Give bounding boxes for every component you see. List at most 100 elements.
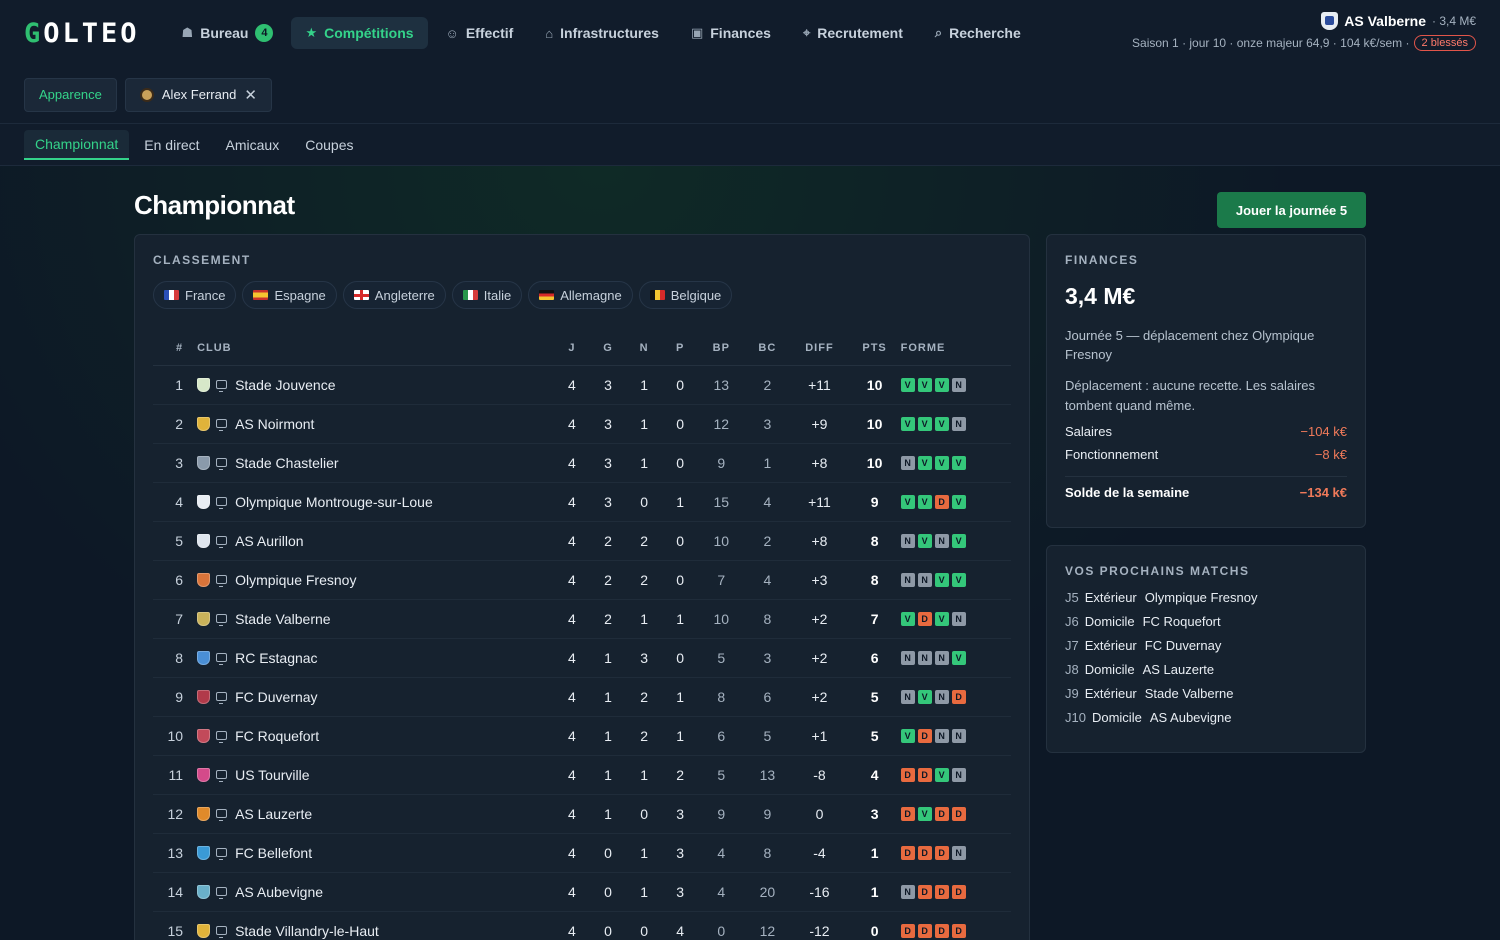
table-row[interactable]: 14 AS Aubevigne 4 0 1 3 4 20 -16 1 N D D D bbox=[153, 872, 1011, 912]
table-row[interactable]: 12 AS Lauzerte 4 1 0 3 9 9 0 3 D V D D bbox=[153, 794, 1011, 834]
country-filter-angleterre[interactable]: Angleterre bbox=[342, 281, 446, 309]
play-matchday-button[interactable]: Jouer la journée 5 bbox=[1217, 192, 1366, 228]
goal-difference: -12 bbox=[790, 911, 849, 940]
table-row[interactable]: 4 Olympique Montrouge-sur-Loue 4 3 0 1 15 4 +11 9… bbox=[153, 482, 1011, 522]
country-label: Belgique bbox=[670, 287, 722, 303]
form-badges: NVNV bbox=[900, 533, 1011, 548]
ai-controlled-icon bbox=[216, 614, 228, 626]
country-filter-belgique[interactable]: Belgique bbox=[638, 281, 733, 309]
country-filter-espagne[interactable]: Espagne bbox=[242, 281, 337, 309]
club-name[interactable]: RC Estagnac bbox=[235, 650, 317, 666]
nav-item-competitions[interactable]: ★ Compétitions bbox=[291, 17, 428, 49]
table-row[interactable]: 13 FC Bellefont 4 0 1 3 4 8 -4 1 D D D N bbox=[153, 833, 1011, 873]
ai-controlled-icon bbox=[216, 731, 228, 743]
country-label: France bbox=[185, 287, 226, 303]
rank-cell: 13 bbox=[153, 833, 194, 873]
stat-g: 0 bbox=[589, 911, 627, 940]
club-name[interactable]: AS Valberne bbox=[1344, 13, 1426, 29]
form-badge: N bbox=[900, 650, 915, 665]
table-row[interactable]: 10 FC Roquefort 4 1 2 1 6 5 +1 5 V D N N bbox=[153, 716, 1011, 756]
club-name[interactable]: US Tourville bbox=[235, 767, 309, 783]
match-row[interactable]: J8 Domicile AS Lauzerte bbox=[1065, 662, 1347, 678]
form-badge: V bbox=[900, 494, 915, 509]
appearance-label: Apparence bbox=[39, 87, 102, 102]
club-name[interactable]: AS Aurillon bbox=[235, 533, 303, 549]
country-label: Angleterre bbox=[374, 287, 435, 303]
nav-item-recrutement[interactable]: ⌖ Recrutement bbox=[789, 17, 917, 49]
rank-cell: 7 bbox=[153, 599, 194, 639]
nav-item-finances[interactable]: ▣ Finances bbox=[677, 17, 785, 49]
club-cell: Olympique Montrouge-sur-Loue bbox=[193, 482, 554, 522]
nav-item-infrastructures[interactable]: ⌂ Infrastructures bbox=[531, 17, 673, 49]
rank-cell: 3 bbox=[153, 443, 194, 483]
nav-item-effectif[interactable]: ☺ Effectif bbox=[432, 17, 528, 49]
stat-bc: 20 bbox=[744, 872, 791, 912]
appearance-button[interactable]: Apparence bbox=[24, 77, 117, 112]
stat-p: 1 bbox=[662, 677, 699, 717]
form-badge: D bbox=[900, 806, 915, 821]
nav-item-recherche[interactable]: ⌕ Recherche bbox=[921, 17, 1035, 49]
table-row[interactable]: 6 Olympique Fresnoy 4 2 2 0 7 4 +3 8 N N V V bbox=[153, 560, 1011, 600]
stat-j: 4 bbox=[553, 716, 590, 756]
club-crest-icon bbox=[197, 767, 211, 782]
table-row[interactable]: 1 Stade Jouvence 4 3 1 0 13 2 +11 10 V V V N bbox=[153, 365, 1011, 405]
close-icon[interactable]: ✕ bbox=[244, 86, 257, 104]
table-row[interactable]: 15 Stade Villandry-le-Haut 4 0 0 4 0 12 -12 0 D D D D bbox=[153, 911, 1011, 940]
club-name[interactable]: FC Roquefort bbox=[235, 728, 319, 744]
club-name[interactable]: Olympique Montrouge-sur-Loue bbox=[235, 494, 433, 510]
tab-coupes[interactable]: Coupes bbox=[294, 131, 364, 159]
stat-j: 4 bbox=[553, 404, 590, 444]
club-name[interactable]: Stade Valberne bbox=[235, 611, 330, 627]
club-cell: Stade Valberne bbox=[193, 599, 554, 639]
column-header: BC bbox=[744, 331, 791, 366]
tab-en-direct[interactable]: En direct bbox=[133, 131, 210, 159]
form-badge: V bbox=[934, 767, 949, 782]
form-badge: N bbox=[900, 689, 915, 704]
country-filter-allemagne[interactable]: Allemagne bbox=[528, 281, 633, 309]
club-name[interactable]: Olympique Fresnoy bbox=[235, 572, 356, 588]
ai-controlled-icon bbox=[216, 770, 228, 782]
tab-amicaux[interactable]: Amicaux bbox=[215, 131, 291, 159]
stat-p: 0 bbox=[662, 365, 699, 405]
stat-g: 1 bbox=[589, 677, 627, 717]
club-name[interactable]: AS Noirmont bbox=[235, 416, 314, 432]
club-name[interactable]: AS Aubevigne bbox=[235, 884, 323, 900]
table-row[interactable]: 9 FC Duvernay 4 1 2 1 8 6 +2 5 N V N D bbox=[153, 677, 1011, 717]
app-logo[interactable]: G OLTEO bbox=[24, 18, 140, 49]
match-row[interactable]: J9 Extérieur Stade Valberne bbox=[1065, 686, 1347, 702]
match-row[interactable]: J7 Extérieur FC Duvernay bbox=[1065, 638, 1347, 654]
nav-item-label: Finances bbox=[710, 25, 771, 41]
injuries-badge[interactable]: 2 blessés bbox=[1413, 35, 1476, 51]
club-name[interactable]: FC Duvernay bbox=[235, 689, 317, 705]
finance-row-value: −104 k€ bbox=[1300, 424, 1347, 439]
match-row[interactable]: J10 Domicile AS Aubevigne bbox=[1065, 710, 1347, 726]
form-cell: DDVN bbox=[900, 755, 1011, 795]
points: 9 bbox=[848, 482, 901, 522]
table-row[interactable]: 8 RC Estagnac 4 1 3 0 5 3 +2 6 N N N V bbox=[153, 638, 1011, 678]
club-name[interactable]: Stade Villandry-le-Haut bbox=[235, 923, 379, 939]
club-name[interactable]: AS Lauzerte bbox=[235, 806, 312, 822]
ai-controlled-icon bbox=[216, 497, 228, 509]
table-row[interactable]: 11 US Tourville 4 1 1 2 5 13 -8 4 D D V N bbox=[153, 755, 1011, 795]
ai-controlled-icon bbox=[216, 926, 228, 938]
match-opponent: Stade Valberne bbox=[1144, 686, 1234, 701]
user-chip[interactable]: Alex Ferrand ✕ bbox=[124, 77, 272, 112]
goal-difference: -8 bbox=[790, 755, 849, 795]
stat-j: 4 bbox=[553, 365, 590, 405]
country-filter-italie[interactable]: Italie bbox=[451, 281, 523, 309]
club-name[interactable]: Stade Jouvence bbox=[235, 377, 335, 393]
table-row[interactable]: 2 AS Noirmont 4 3 1 0 12 3 +9 10 V V V N bbox=[153, 404, 1011, 444]
tab-championnat[interactable]: Championnat bbox=[24, 129, 130, 160]
match-row[interactable]: J6 Domicile FC Roquefort bbox=[1065, 614, 1347, 630]
form-cell: DVDD bbox=[900, 794, 1011, 834]
club-cell-content: Stade Valberne bbox=[193, 611, 554, 627]
stat-n: 2 bbox=[626, 521, 663, 561]
match-row[interactable]: J5 Extérieur Olympique Fresnoy bbox=[1065, 590, 1347, 606]
club-name[interactable]: FC Bellefont bbox=[235, 845, 312, 861]
country-filter-france[interactable]: France bbox=[153, 281, 237, 309]
table-row[interactable]: 5 AS Aurillon 4 2 2 0 10 2 +8 8 N V N V bbox=[153, 521, 1011, 561]
table-row[interactable]: 3 Stade Chastelier 4 3 1 0 9 1 +8 10 N V V V bbox=[153, 443, 1011, 483]
table-row[interactable]: 7 Stade Valberne 4 2 1 1 10 8 +2 7 V D V N bbox=[153, 599, 1011, 639]
club-name[interactable]: Stade Chastelier bbox=[235, 455, 339, 471]
nav-item-bureau[interactable]: ☗ Bureau 4 bbox=[168, 16, 288, 50]
